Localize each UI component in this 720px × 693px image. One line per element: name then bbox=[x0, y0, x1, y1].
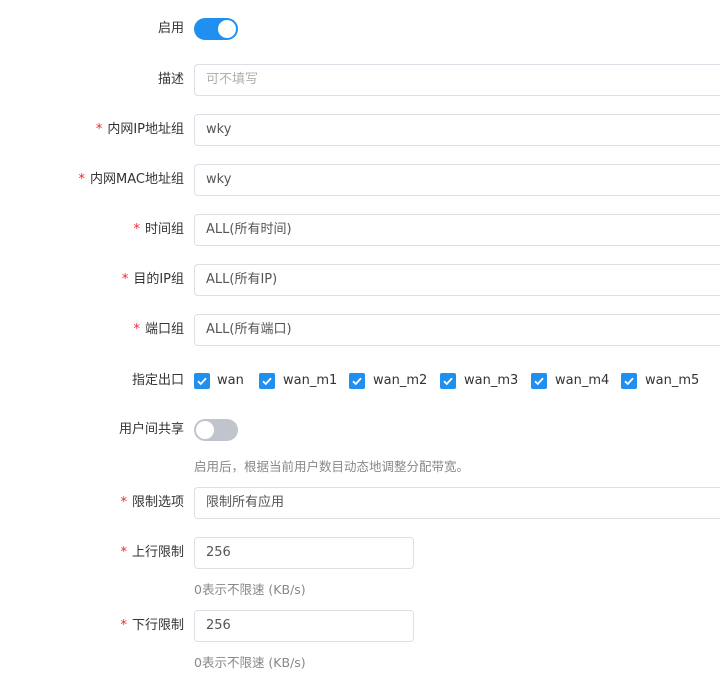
wan-m3-checkbox[interactable] bbox=[440, 373, 456, 389]
wan-m2-checkbox[interactable] bbox=[349, 373, 365, 389]
time-group-row: * 时间组 ALL(所有时间) bbox=[0, 214, 720, 246]
description-label: 描述 bbox=[157, 72, 184, 87]
required-mark: * bbox=[133, 322, 140, 337]
port-group-select[interactable]: ALL(所有端口) bbox=[194, 314, 720, 346]
dest-ip-label: 目的IP组 bbox=[133, 272, 184, 287]
required-mark: * bbox=[120, 545, 127, 560]
ip-group-label: 内网IP地址组 bbox=[107, 122, 184, 137]
dest-ip-select[interactable]: ALL(所有IP) bbox=[194, 264, 720, 296]
required-mark: * bbox=[120, 618, 127, 633]
required-mark: * bbox=[78, 172, 86, 187]
mac-group-label: 内网MAC地址组 bbox=[90, 172, 184, 187]
enable-row: 启用 bbox=[0, 13, 720, 45]
required-mark: * bbox=[95, 122, 103, 137]
download-row: * 下行限制 256 bbox=[0, 610, 720, 642]
limit-option-select[interactable]: 限制所有应用 bbox=[194, 487, 720, 519]
share-row: 用户间共享 bbox=[0, 414, 720, 446]
wan-m3-label[interactable]: wan_m3 bbox=[464, 365, 518, 397]
switch-knob bbox=[196, 421, 214, 439]
switch-knob bbox=[218, 20, 236, 38]
limit-option-label: 限制选项 bbox=[131, 495, 184, 510]
enable-switch[interactable] bbox=[194, 18, 238, 40]
download-label: 下行限制 bbox=[131, 618, 184, 633]
wan-m5-checkbox[interactable] bbox=[621, 373, 637, 389]
download-hint: 0表示不限速 (KB/s) bbox=[194, 655, 306, 670]
upload-row: * 上行限制 256 bbox=[0, 537, 720, 569]
description-input[interactable]: 可不填写 bbox=[194, 64, 720, 96]
mac-group-row: * 内网MAC地址组 wky bbox=[0, 164, 720, 196]
required-mark: * bbox=[133, 222, 140, 237]
check-icon bbox=[262, 377, 272, 386]
ip-group-row: * 内网IP地址组 wky bbox=[0, 114, 720, 146]
upload-input[interactable]: 256 bbox=[194, 537, 414, 569]
enable-label: 启用 bbox=[157, 21, 184, 36]
check-icon bbox=[534, 377, 544, 386]
wan-label[interactable]: wan bbox=[217, 365, 244, 397]
wan-m1-checkbox[interactable] bbox=[259, 373, 275, 389]
upload-hint: 0表示不限速 (KB/s) bbox=[194, 582, 306, 597]
upload-label: 上行限制 bbox=[131, 545, 184, 560]
port-group-row: * 端口组 ALL(所有端口) bbox=[0, 314, 720, 346]
description-row: 描述 可不填写 bbox=[0, 64, 720, 96]
share-switch[interactable] bbox=[194, 419, 238, 441]
outlet-row: 指定出口 wan wan_m1 wan_m2 wan_m3 wan_m4 wan… bbox=[0, 365, 720, 397]
mac-group-select[interactable]: wky bbox=[194, 164, 720, 196]
wan-checkbox[interactable] bbox=[194, 373, 210, 389]
limit-option-row: * 限制选项 限制所有应用 bbox=[0, 487, 720, 519]
wan-m4-checkbox[interactable] bbox=[531, 373, 547, 389]
wan-m4-label[interactable]: wan_m4 bbox=[555, 365, 609, 397]
wan-m1-label[interactable]: wan_m1 bbox=[283, 365, 337, 397]
check-icon bbox=[197, 377, 207, 386]
wan-m2-label[interactable]: wan_m2 bbox=[373, 365, 427, 397]
ip-group-select[interactable]: wky bbox=[194, 114, 720, 146]
time-group-label: 时间组 bbox=[144, 222, 184, 237]
dest-ip-row: * 目的IP组 ALL(所有IP) bbox=[0, 264, 720, 296]
wan-m5-label[interactable]: wan_m5 bbox=[645, 365, 699, 397]
port-group-label: 端口组 bbox=[144, 322, 184, 337]
outlet-label: 指定出口 bbox=[131, 373, 184, 388]
share-hint: 启用后，根据当前用户数目动态地调整分配带宽。 bbox=[194, 459, 470, 474]
download-input[interactable]: 256 bbox=[194, 610, 414, 642]
required-mark: * bbox=[120, 495, 127, 510]
time-group-select[interactable]: ALL(所有时间) bbox=[194, 214, 720, 246]
check-icon bbox=[443, 377, 453, 386]
check-icon bbox=[352, 377, 362, 386]
check-icon bbox=[624, 377, 634, 386]
required-mark: * bbox=[121, 272, 129, 287]
share-label: 用户间共享 bbox=[118, 422, 184, 437]
